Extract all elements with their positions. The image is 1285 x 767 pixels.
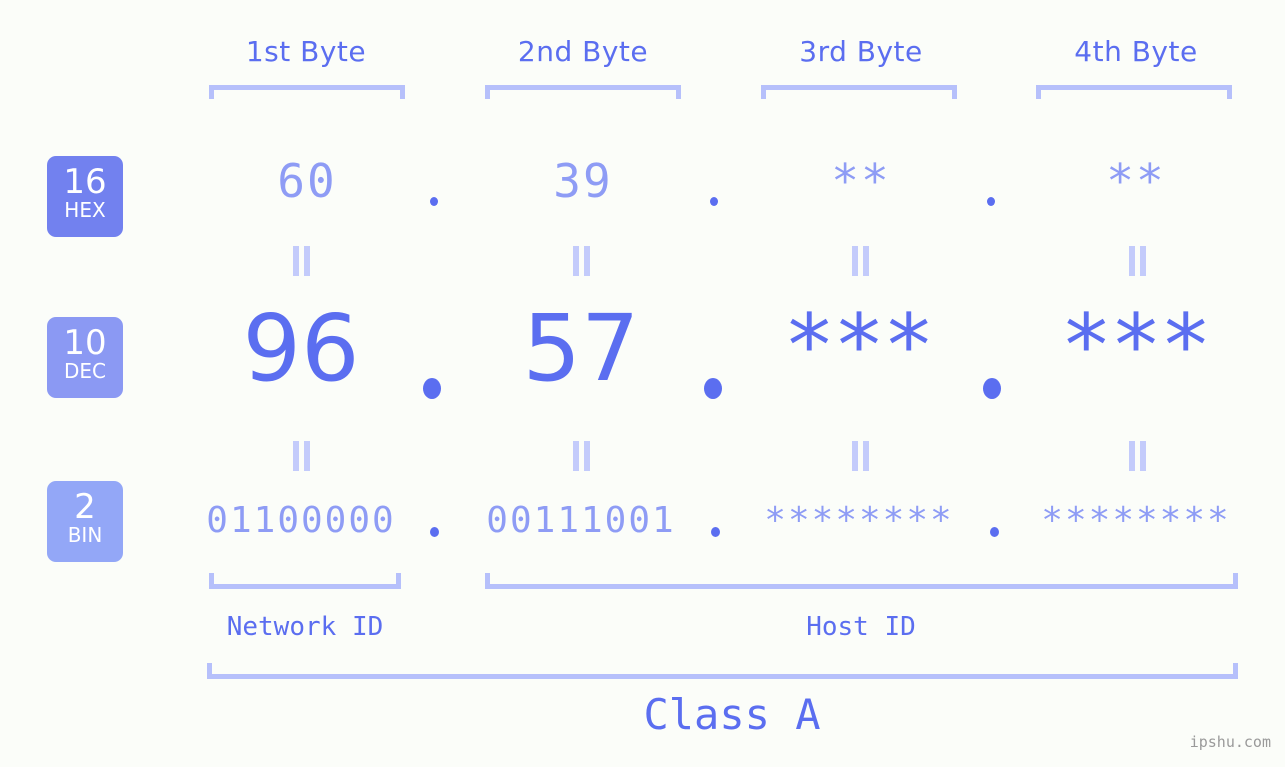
- byte-header-2: 2nd Byte: [517, 35, 649, 68]
- equals-mark-dec-bin-2: [569, 441, 593, 471]
- dec-byte-4: ***: [1060, 296, 1211, 396]
- host-id-bracket: [485, 573, 1238, 589]
- equals-mark-hex-dec-3: [848, 246, 872, 276]
- byte-bracket-1: [209, 85, 405, 99]
- equals-mark-dec-bin-3: [848, 441, 872, 471]
- hex-separator-dot-1: [430, 197, 438, 206]
- base-badge-hex-name: HEX: [64, 198, 106, 222]
- byte-header-3: 3rd Byte: [799, 35, 923, 68]
- dec-separator-dot-2: [704, 378, 722, 399]
- base-badge-hex-number: 16: [63, 162, 107, 202]
- byte-header-1: 1st Byte: [245, 35, 367, 68]
- base-badge-bin-name: BIN: [67, 523, 103, 547]
- bin-byte-1: 01100000: [206, 500, 396, 541]
- byte-bracket-4: [1036, 85, 1232, 99]
- bin-byte-2: 00111001: [486, 500, 676, 541]
- equals-mark-dec-bin-4: [1125, 441, 1149, 471]
- byte-bracket-2: [485, 85, 681, 99]
- byte-bracket-3: [761, 85, 957, 99]
- hex-separator-dot-2: [710, 197, 718, 206]
- dec-byte-1: 96: [242, 295, 360, 402]
- watermark: ipshu.com: [1189, 733, 1271, 751]
- bin-byte-4: ********: [1041, 500, 1231, 541]
- dec-separator-dot-3: [983, 378, 1001, 399]
- class-bracket: [207, 663, 1238, 679]
- dec-byte-3: ***: [783, 296, 934, 396]
- bin-separator-dot-3: [990, 527, 999, 537]
- bin-byte-3: ********: [764, 500, 954, 541]
- bin-separator-dot-2: [711, 527, 720, 537]
- hex-byte-1: 60: [277, 154, 337, 208]
- hex-byte-3: **: [831, 154, 891, 208]
- equals-mark-hex-dec-4: [1125, 246, 1149, 276]
- dec-separator-dot-1: [423, 378, 441, 399]
- host-id-label: Host ID: [806, 612, 916, 642]
- network-id-bracket: [209, 573, 401, 589]
- base-badge-dec: 10 DEC: [47, 317, 123, 398]
- bin-separator-dot-1: [430, 527, 439, 537]
- byte-header-4: 4th Byte: [1074, 35, 1198, 68]
- hex-byte-2: 39: [553, 154, 613, 208]
- base-badge-dec-name: DEC: [63, 359, 106, 383]
- base-badge-bin: 2 BIN: [47, 481, 123, 562]
- equals-mark-hex-dec-1: [289, 246, 313, 276]
- dec-byte-2: 57: [522, 295, 640, 402]
- base-badge-bin-number: 2: [74, 487, 96, 527]
- hex-separator-dot-3: [987, 197, 995, 206]
- network-id-label: Network ID: [226, 612, 384, 642]
- ip-address-breakdown-diagram: 1st Byte 2nd Byte 3rd Byte 4th Byte 16 H…: [0, 0, 1285, 767]
- hex-byte-4: **: [1106, 154, 1166, 208]
- equals-mark-hex-dec-2: [569, 246, 593, 276]
- base-badge-dec-number: 10: [63, 323, 107, 363]
- equals-mark-dec-bin-1: [289, 441, 313, 471]
- base-badge-hex: 16 HEX: [47, 156, 123, 237]
- class-label: Class A: [643, 690, 821, 739]
